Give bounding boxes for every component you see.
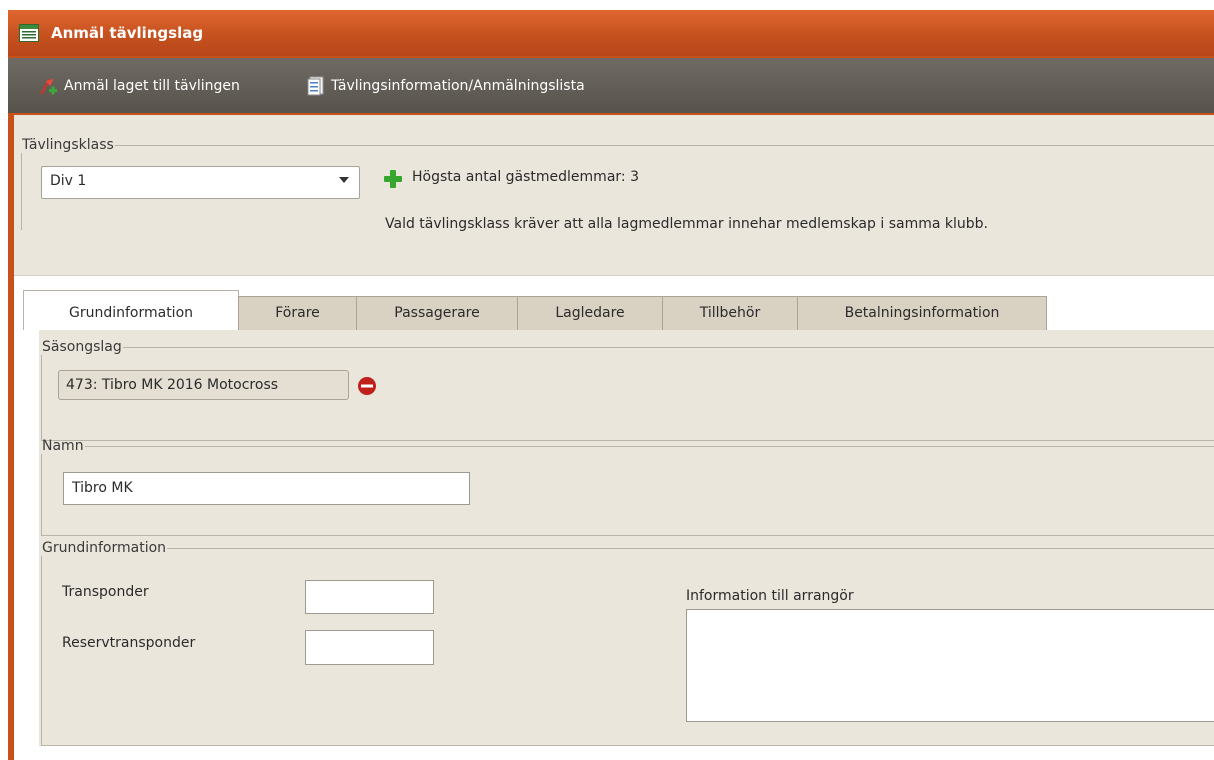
competition-info-button[interactable]: Tävlingsinformation/Anmälningslista [307,75,585,97]
list-window-icon [19,24,39,42]
reserve-transponder-label: Reservtransponder [62,635,196,651]
max-guest-members-text: Högsta antal gästmedlemmar: 3 [412,169,639,185]
competition-info-label: Tävlingsinformation/Anmälningslista [331,78,585,94]
tab-content: Säsongslag 473: Tibro MK 2016 Motocross … [14,330,1214,760]
organizer-info-textarea[interactable] [686,609,1214,722]
season-team-chip[interactable]: 473: Tibro MK 2016 Motocross [58,370,349,400]
title-bar: Anmäl tävlingslag [8,10,1214,56]
register-team-label: Anmäl laget till tävlingen [64,78,240,94]
chevron-down-icon [339,177,349,183]
tab-forare[interactable]: Förare [238,296,357,330]
remove-icon[interactable] [357,376,377,396]
window: Anmäl tävlingslag Anmäl laget till tävli… [8,10,1214,760]
team-name-input[interactable]: Tibro MK [63,472,470,505]
tab-lagledare[interactable]: Lagledare [517,296,663,330]
document-list-icon [307,76,324,96]
competition-class-legend: Tävlingsklass [22,137,114,153]
season-team-legend: Säsongslag [42,339,122,355]
toolbar: Anmäl laget till tävlingen Tävlingsinfor… [8,58,1214,113]
tab-tillbehor[interactable]: Tillbehör [662,296,798,330]
basic-info-legend: Grundinformation [42,540,167,556]
competition-class-select[interactable]: Div 1 [41,166,360,199]
transponder-label: Transponder [62,584,149,600]
tab-passagerare[interactable]: Passagerare [356,296,518,330]
plus-icon [384,170,402,188]
tab-bar: Grundinformation Förare Passagerare Lagl… [14,290,1214,330]
tab-betalningsinformation[interactable]: Betalningsinformation [797,296,1047,330]
class-requirement-text: Vald tävlingsklass kräver att alla lagme… [385,216,988,232]
transponder-input[interactable] [305,580,434,614]
window-title: Anmäl tävlingslag [51,24,204,42]
flag-add-icon [39,78,57,95]
register-team-button[interactable]: Anmäl laget till tävlingen [38,75,240,97]
competition-class-value: Div 1 [50,173,87,189]
reserve-transponder-input[interactable] [305,630,434,665]
content-area: Tävlingsklass Div 1 Högsta antal gästmed… [14,115,1214,760]
organizer-info-label: Information till arrangör [686,588,854,604]
name-legend: Namn [42,438,84,454]
competition-class-panel: Tävlingsklass Div 1 Högsta antal gästmed… [14,115,1214,276]
tab-grundinformation[interactable]: Grundinformation [23,290,239,330]
